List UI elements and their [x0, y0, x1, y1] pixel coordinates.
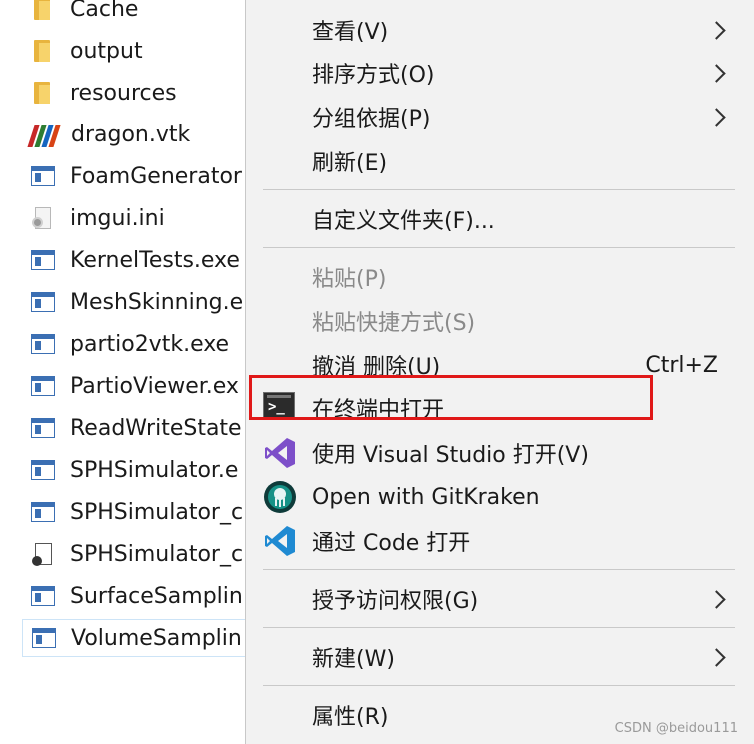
- file-name: ReadWriteState: [70, 415, 242, 441]
- menu-label: 使用 Visual Studio 打开(V): [312, 443, 589, 468]
- chevron-right-icon: [707, 589, 726, 609]
- menu-item-undo-delete[interactable]: 撤消 删除(U) Ctrl+Z: [246, 345, 754, 385]
- exe-icon: [30, 583, 56, 609]
- menu-separator: [263, 569, 735, 570]
- exe-icon: [30, 289, 56, 315]
- exe-icon: [30, 331, 56, 357]
- exe-icon: [30, 415, 56, 441]
- menu-separator: [263, 685, 735, 686]
- menu-label: 在终端中打开: [312, 398, 445, 423]
- file-row-imgui-ini[interactable]: imgui.ini: [22, 199, 262, 237]
- folder-icon: [30, 0, 56, 22]
- file-row-meshskinning[interactable]: MeshSkinning.e: [22, 283, 262, 321]
- menu-label: 撤消 删除(U): [312, 355, 441, 380]
- file-row-foamgenerator[interactable]: FoamGenerator: [22, 157, 262, 195]
- file-name: Cache: [70, 0, 139, 22]
- chevron-right-icon: [707, 107, 726, 127]
- terminal-prompt-glyph: >_: [268, 399, 285, 415]
- menu-item-group[interactable]: 分组依据(P): [246, 97, 754, 137]
- menu-label: 通过 Code 打开: [312, 531, 471, 556]
- file-row-surfacesampling[interactable]: SurfaceSamplin: [22, 577, 262, 615]
- file-name: SPHSimulator_c: [70, 499, 244, 525]
- menu-label: 查看(V): [312, 20, 389, 45]
- visual-studio-icon: [263, 436, 297, 470]
- menu-item-view[interactable]: 查看(V): [246, 10, 754, 50]
- menu-item-paste-shortcut: 粘贴快捷方式(S): [246, 301, 754, 341]
- file-name: imgui.ini: [70, 205, 165, 231]
- file-name: VolumeSamplin: [71, 625, 242, 651]
- vscode-icon: [263, 524, 297, 558]
- exe-icon: [30, 373, 56, 399]
- menu-label: 分组依据(P): [312, 107, 431, 132]
- file-row-cache[interactable]: Cache: [22, 0, 262, 28]
- file-name: KernelTests.exe: [70, 247, 240, 273]
- chevron-right-icon: [707, 20, 726, 40]
- menu-shortcut: Ctrl+Z: [645, 352, 718, 378]
- file-name: output: [70, 38, 143, 64]
- file-row-dragon-vtk[interactable]: dragon.vtk: [22, 115, 262, 153]
- exe-icon: [30, 163, 56, 189]
- menu-label: 新建(W): [312, 647, 395, 672]
- menu-item-customize-folder[interactable]: 自定义文件夹(F)...: [246, 199, 754, 239]
- chevron-right-icon: [707, 63, 726, 83]
- file-name: SPHSimulator_c: [70, 541, 244, 567]
- settings-file-icon: [30, 205, 56, 231]
- menu-item-new[interactable]: 新建(W): [246, 637, 754, 677]
- file-row-kerneltests[interactable]: KernelTests.exe: [22, 241, 262, 279]
- menu-item-sort[interactable]: 排序方式(O): [246, 53, 754, 93]
- menu-label: 排序方式(O): [312, 63, 435, 88]
- menu-separator: [263, 627, 735, 628]
- menu-item-refresh[interactable]: 刷新(E): [246, 141, 754, 181]
- file-name: dragon.vtk: [71, 121, 191, 147]
- folder-icon: [30, 38, 56, 64]
- file-row-sphsimulator-c-doc[interactable]: SPHSimulator_c: [22, 535, 262, 573]
- exe-icon: [30, 457, 56, 483]
- menu-label: 自定义文件夹(F)...: [312, 209, 495, 234]
- file-name: MeshSkinning.e: [70, 289, 244, 315]
- file-name: FoamGenerator: [70, 163, 242, 189]
- menu-item-open-gitkraken[interactable]: Open with GitKraken: [246, 477, 754, 517]
- exe-icon: [31, 625, 57, 651]
- file-row-output[interactable]: output: [22, 32, 262, 70]
- file-name: SPHSimulator.e: [70, 457, 239, 483]
- file-row-resources[interactable]: resources: [22, 74, 262, 112]
- file-row-sphsimulator-c-exe[interactable]: SPHSimulator_c: [22, 493, 262, 531]
- menu-separator: [263, 247, 735, 248]
- file-row-sphsimulator[interactable]: SPHSimulator.e: [22, 451, 262, 489]
- file-row-volumesampling[interactable]: VolumeSamplin: [22, 619, 262, 657]
- menu-label: 授予访问权限(G): [312, 589, 479, 614]
- context-menu: 查看(V) 排序方式(O) 分组依据(P) 刷新(E) 自定义文件夹(F)...…: [245, 0, 754, 744]
- menu-label: Open with GitKraken: [312, 484, 540, 510]
- exe-icon: [30, 499, 56, 525]
- menu-label: 粘贴快捷方式(S): [312, 311, 476, 336]
- menu-label: 粘贴(P): [312, 267, 387, 292]
- file-list: Cache output resources dragon.vtk FoamGe…: [0, 0, 262, 744]
- vtk-file-icon: [27, 121, 61, 147]
- file-name: partio2vtk.exe: [70, 331, 230, 357]
- file-name: PartioViewer.ex: [70, 373, 239, 399]
- file-row-partioviewer[interactable]: PartioViewer.ex: [22, 367, 262, 405]
- exe-icon: [30, 247, 56, 273]
- menu-item-paste: 粘贴(P): [246, 257, 754, 297]
- menu-label: 刷新(E): [312, 151, 388, 176]
- file-row-partio2vtk[interactable]: partio2vtk.exe: [22, 325, 262, 363]
- watermark-text: CSDN @beidou111: [614, 721, 738, 736]
- menu-item-open-visual-studio[interactable]: 使用 Visual Studio 打开(V): [246, 433, 754, 473]
- menu-separator: [263, 189, 735, 190]
- document-file-icon: [30, 541, 56, 567]
- menu-item-open-in-terminal[interactable]: >_ 在终端中打开: [246, 388, 754, 428]
- menu-item-grant-access[interactable]: 授予访问权限(G): [246, 579, 754, 619]
- folder-icon: [30, 80, 56, 106]
- gitkraken-icon: [263, 480, 297, 514]
- file-name: SurfaceSamplin: [70, 583, 243, 609]
- file-row-readwritestate[interactable]: ReadWriteState: [22, 409, 262, 447]
- chevron-right-icon: [707, 647, 726, 667]
- file-name: resources: [70, 80, 177, 106]
- menu-item-open-with-code[interactable]: 通过 Code 打开: [246, 521, 754, 561]
- menu-label: 属性(R): [312, 705, 389, 730]
- terminal-icon: >_: [263, 392, 295, 420]
